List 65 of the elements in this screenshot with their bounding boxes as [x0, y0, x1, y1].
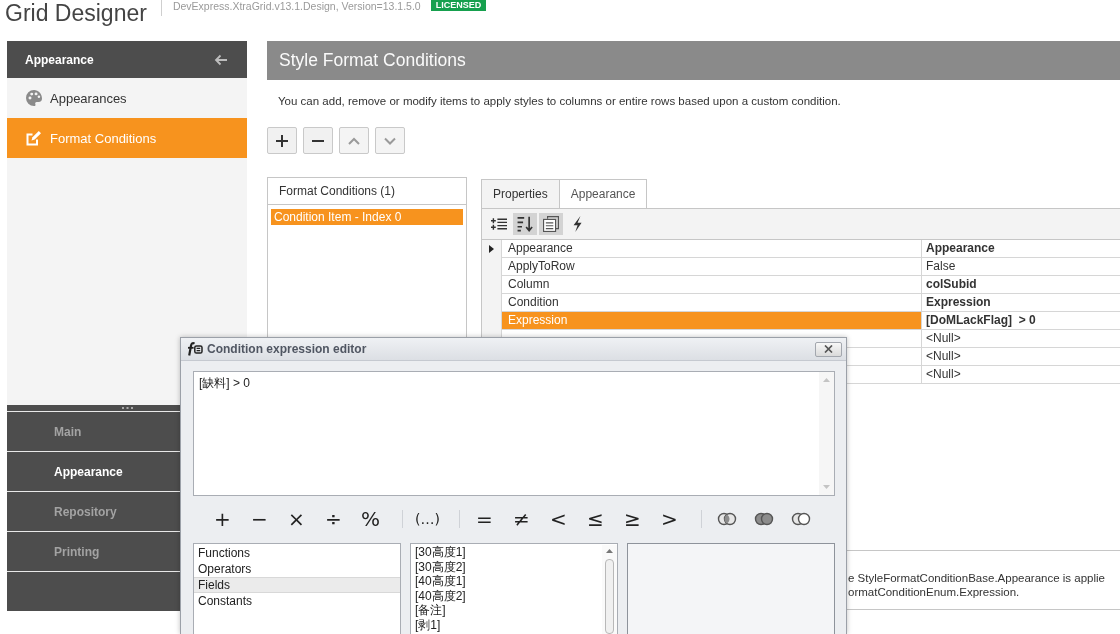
list-header: Format Conditions (1): [268, 178, 466, 205]
sort-button[interactable]: [513, 213, 537, 235]
function-icon: [187, 342, 203, 356]
category-item[interactable]: Fields: [194, 577, 400, 593]
scrollbar-thumb[interactable]: [605, 559, 614, 634]
close-button[interactable]: [815, 341, 842, 357]
operator-button[interactable]: ×: [278, 505, 315, 533]
category-item[interactable]: Constants: [194, 593, 400, 609]
edit-icon: [26, 130, 42, 146]
property-help-text: e StyleFormatConditionBase.Appearance is applie ormatConditionEnum.Expression.: [848, 571, 1106, 599]
tab[interactable]: Properties: [481, 179, 560, 208]
field-item[interactable]: [剥1]: [411, 617, 602, 632]
property-value[interactable]: Expression: [921, 294, 1120, 312]
sidebar-title: Appearance: [25, 52, 94, 67]
categorized-list-icon: [491, 216, 507, 232]
property-value[interactable]: False: [921, 258, 1120, 276]
property-value[interactable]: colSubid: [921, 276, 1120, 294]
sort-icon: [517, 216, 533, 232]
back-arrow-icon[interactable]: [214, 53, 228, 66]
property-value[interactable]: <Null>: [921, 366, 1120, 384]
operator-button[interactable]: =: [466, 505, 503, 533]
field-item[interactable]: [40高度2]: [411, 588, 602, 603]
operator-button[interactable]: ≥: [614, 505, 651, 533]
field-item[interactable]: [备注]: [411, 603, 602, 618]
sidebar-item[interactable]: Appearances: [7, 78, 247, 118]
property-value[interactable]: <Null>: [921, 348, 1120, 366]
license-badge: LICENSED: [430, 0, 487, 11]
property-value[interactable]: Appearance: [921, 240, 1120, 258]
property-value[interactable]: <Null>: [921, 330, 1120, 348]
plus-icon: [276, 134, 288, 147]
property-name[interactable]: Condition: [501, 294, 921, 312]
assembly-version: DevExpress.XtraGrid.v13.1.Design, Version=13.1.5.0: [172, 0, 421, 12]
operator-button[interactable]: +: [204, 505, 241, 533]
tab[interactable]: Appearance: [559, 179, 648, 208]
operator-button[interactable]: ÷: [315, 505, 352, 533]
expression-field[interactable]: [缺料] > 0: [193, 371, 835, 496]
operator-button[interactable]: ≠: [503, 505, 540, 533]
field-item[interactable]: [30高度1]: [411, 545, 602, 560]
scroll-up-arrow-icon[interactable]: [606, 549, 613, 553]
overlapping-circles-icon: [752, 512, 775, 526]
operator-button[interactable]: <: [540, 505, 577, 533]
operator-button[interactable]: %: [352, 505, 389, 533]
operator-button[interactable]: ≤: [577, 505, 614, 533]
overlapping-circles-icon: [715, 512, 738, 526]
field-item[interactable]: [30高度2]: [411, 559, 602, 574]
property-name[interactable]: Appearance: [501, 240, 921, 258]
operator-button[interactable]: (…): [409, 505, 446, 533]
overlapping-circles-icon: [789, 512, 812, 526]
property-name[interactable]: ApplyToRow: [501, 258, 921, 276]
remove-button[interactable]: [303, 127, 333, 154]
close-icon: [824, 345, 833, 353]
palette-icon: [26, 90, 42, 106]
property-value[interactable]: [DoMLackFlag] > 0: [921, 312, 1120, 330]
property-pages-icon: [543, 216, 559, 232]
scrollbar[interactable]: [602, 545, 617, 634]
add-button[interactable]: [267, 127, 297, 154]
property-name[interactable]: Column: [501, 276, 921, 294]
dialog-title: Condition expression editor: [207, 342, 367, 356]
operator-button[interactable]: >: [651, 505, 688, 533]
property-pages-button[interactable]: [539, 213, 563, 235]
field-item[interactable]: [40高度1]: [411, 574, 602, 589]
page-description: You can add, remove or modify items to apply styles to columns or entire rows based upon a custom condition.: [278, 94, 842, 108]
page-title: Style Format Conditions: [267, 41, 1120, 80]
expand-triangle-icon[interactable]: [489, 245, 494, 253]
app-title: Grid Designer: [5, 0, 147, 26]
